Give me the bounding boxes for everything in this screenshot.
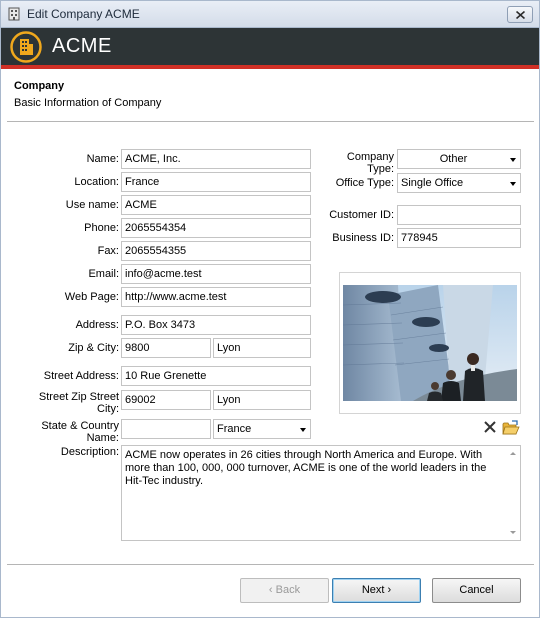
- street-zip-city-label: Street Zip Street City:: [21, 391, 119, 415]
- use-name-label: Use name:: [65, 199, 119, 211]
- street-zip-input[interactable]: 69002: [121, 390, 211, 410]
- street-city-input[interactable]: Lyon: [213, 390, 311, 410]
- street-address-input[interactable]: 10 Rue Grenette: [121, 366, 311, 386]
- web-page-label: Web Page:: [64, 291, 119, 303]
- company-type-select[interactable]: Other: [397, 149, 521, 169]
- state-country-label: State & Country Name:: [21, 420, 119, 444]
- chevron-down-icon: [510, 158, 516, 162]
- country-select-value: France: [217, 423, 252, 435]
- country-select[interactable]: France: [213, 419, 311, 439]
- section-subtitle: Basic Information of Company: [14, 97, 162, 109]
- edit-company-window: Edit Company ACME ACME Company Basic Inf…: [0, 0, 540, 618]
- name-input[interactable]: ACME, Inc.: [121, 149, 311, 169]
- footer-divider: [7, 564, 534, 565]
- chevron-down-icon: [510, 182, 516, 186]
- folder-open-icon[interactable]: [502, 420, 520, 436]
- address-label: Address:: [75, 319, 119, 331]
- close-button[interactable]: [507, 6, 533, 23]
- office-type-select[interactable]: Single Office: [397, 173, 521, 193]
- phone-label: Phone:: [84, 222, 119, 234]
- title-bar: Edit Company ACME: [1, 1, 539, 28]
- city-input[interactable]: Lyon: [213, 338, 311, 358]
- state-input[interactable]: [121, 419, 211, 439]
- header-banner: ACME: [1, 28, 539, 65]
- address-input[interactable]: P.O. Box 3473: [121, 315, 311, 335]
- banner-accent-stripe: [1, 65, 539, 69]
- fax-input[interactable]: 2065554355: [121, 241, 311, 261]
- description-scrollbar[interactable]: [506, 446, 520, 540]
- phone-input[interactable]: 2065554354: [121, 218, 311, 238]
- customer-id-input[interactable]: [397, 205, 521, 225]
- business-id-input[interactable]: 778945: [397, 228, 521, 248]
- window-title: Edit Company ACME: [27, 7, 140, 21]
- state-country-label-line2: Name:: [86, 432, 119, 444]
- description-text: ACME now operates in 26 cities through N…: [125, 449, 487, 487]
- location-label: Location:: [74, 176, 119, 188]
- company-photo-frame: [339, 272, 521, 414]
- section-title: Company: [14, 80, 65, 92]
- description-textarea[interactable]: ACME now operates in 26 cities through N…: [121, 445, 521, 541]
- company-type-label-line1: Company: [346, 151, 394, 163]
- scroll-up-arrow-icon[interactable]: [510, 452, 516, 455]
- office-type-label: Office Type:: [335, 177, 394, 189]
- office-type-select-value: Single Office: [401, 177, 464, 189]
- web-page-input[interactable]: http://www.acme.test: [121, 287, 311, 307]
- fax-label: Fax:: [97, 245, 119, 257]
- banner-title: ACME: [52, 35, 112, 57]
- cancel-button[interactable]: Cancel: [432, 578, 521, 603]
- business-id-label: Business ID:: [332, 232, 394, 244]
- email-label: Email:: [88, 268, 119, 280]
- description-label: Description:: [60, 446, 119, 458]
- building-icon: [10, 31, 42, 63]
- customer-id-label: Customer ID:: [329, 209, 394, 221]
- company-type-select-value: Other: [439, 153, 468, 165]
- company-type-label-line2: Type:: [367, 163, 394, 175]
- location-input[interactable]: France: [121, 172, 311, 192]
- scroll-down-arrow-icon[interactable]: [510, 531, 516, 534]
- street-address-label: Street Address:: [43, 370, 119, 382]
- state-country-label-line1: State & Country: [41, 420, 119, 432]
- use-name-input[interactable]: ACME: [121, 195, 311, 215]
- header-divider: [7, 121, 534, 122]
- street-zip-city-label-line2: City:: [97, 403, 119, 415]
- zip-input[interactable]: 9800: [121, 338, 211, 358]
- company-type-label: Company Type:: [319, 151, 394, 175]
- app-icon: [8, 7, 20, 21]
- email-input[interactable]: info@acme.test: [121, 264, 311, 284]
- company-photo: [343, 285, 517, 401]
- name-label: Name:: [86, 153, 119, 165]
- chevron-down-icon: [300, 428, 306, 432]
- zip-city-label: Zip & City:: [68, 342, 119, 354]
- next-button[interactable]: Next ›: [332, 578, 421, 603]
- back-button[interactable]: ‹ Back: [240, 578, 329, 603]
- delete-x-icon[interactable]: [483, 420, 497, 434]
- street-zip-city-label-line1: Street Zip Street: [38, 391, 119, 403]
- close-icon: [516, 11, 525, 19]
